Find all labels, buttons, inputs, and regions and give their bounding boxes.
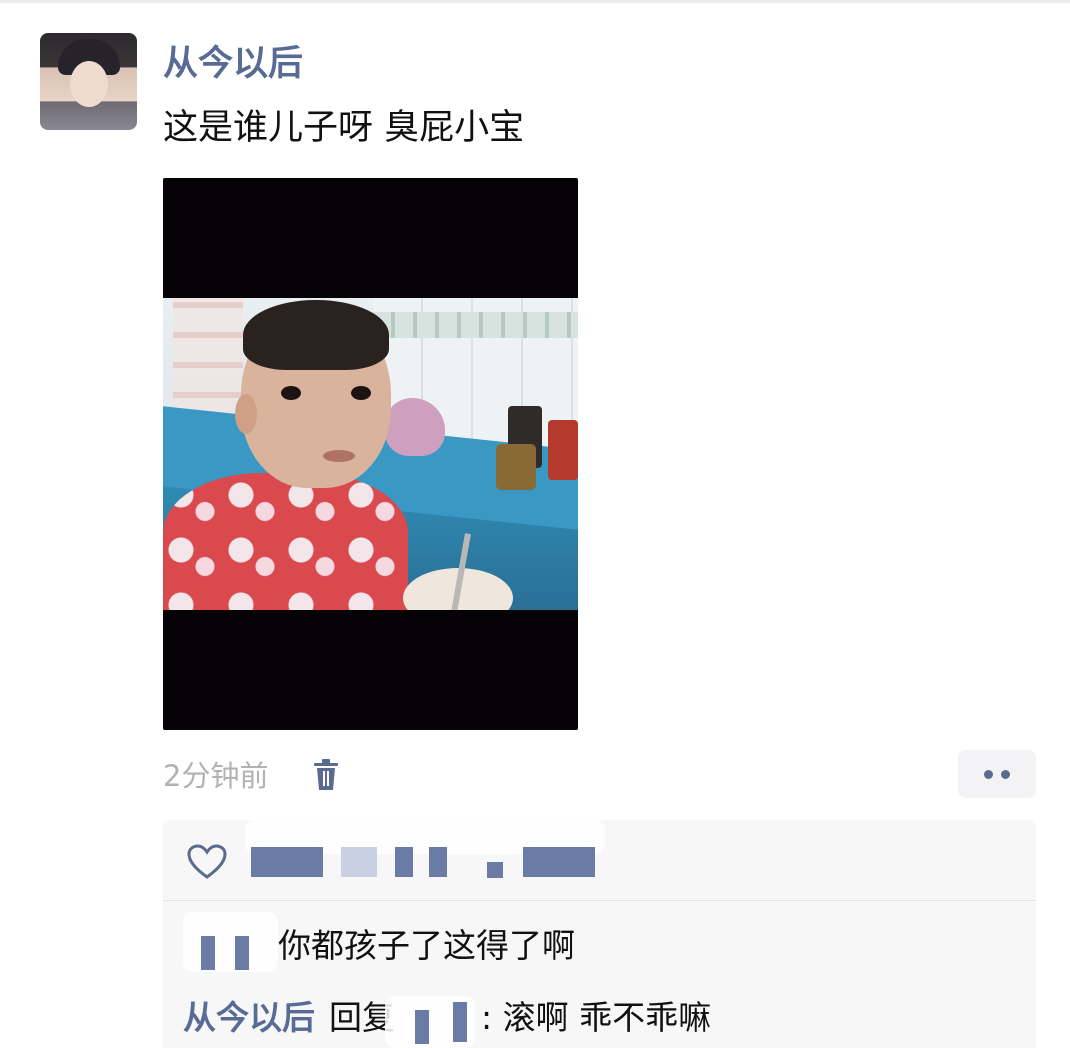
reply-target-blurred <box>415 1010 429 1044</box>
more-dots-icon <box>984 770 993 779</box>
trash-icon[interactable] <box>312 758 340 792</box>
likes-row <box>163 820 1036 900</box>
more-button[interactable] <box>958 750 1036 798</box>
post-time: 2分钟前 <box>163 759 269 793</box>
reply-text: : 滚啊 乖不乖嘛 <box>481 998 712 1037</box>
avatar-face <box>70 61 108 107</box>
top-divider <box>0 0 1070 3</box>
comments-panel: 你都孩子了这得了啊 从今以后 回复 : 滚啊 乖不乖嘛 <box>163 820 1036 1048</box>
child-bib <box>163 473 408 610</box>
reply-author[interactable]: 从今以后 <box>183 996 315 1040</box>
liker-name-blurred <box>251 847 323 877</box>
commenter-name-blurred <box>201 936 215 970</box>
author-name[interactable]: 从今以后 <box>163 42 303 86</box>
video-frame <box>163 298 578 610</box>
post-text: 这是谁儿子呀 臭屁小宝 <box>163 108 525 148</box>
post-video[interactable] <box>163 178 578 730</box>
heart-icon <box>187 844 227 879</box>
author-avatar[interactable] <box>40 33 137 130</box>
comment-text: 你都孩子了这得了啊 <box>278 926 575 965</box>
